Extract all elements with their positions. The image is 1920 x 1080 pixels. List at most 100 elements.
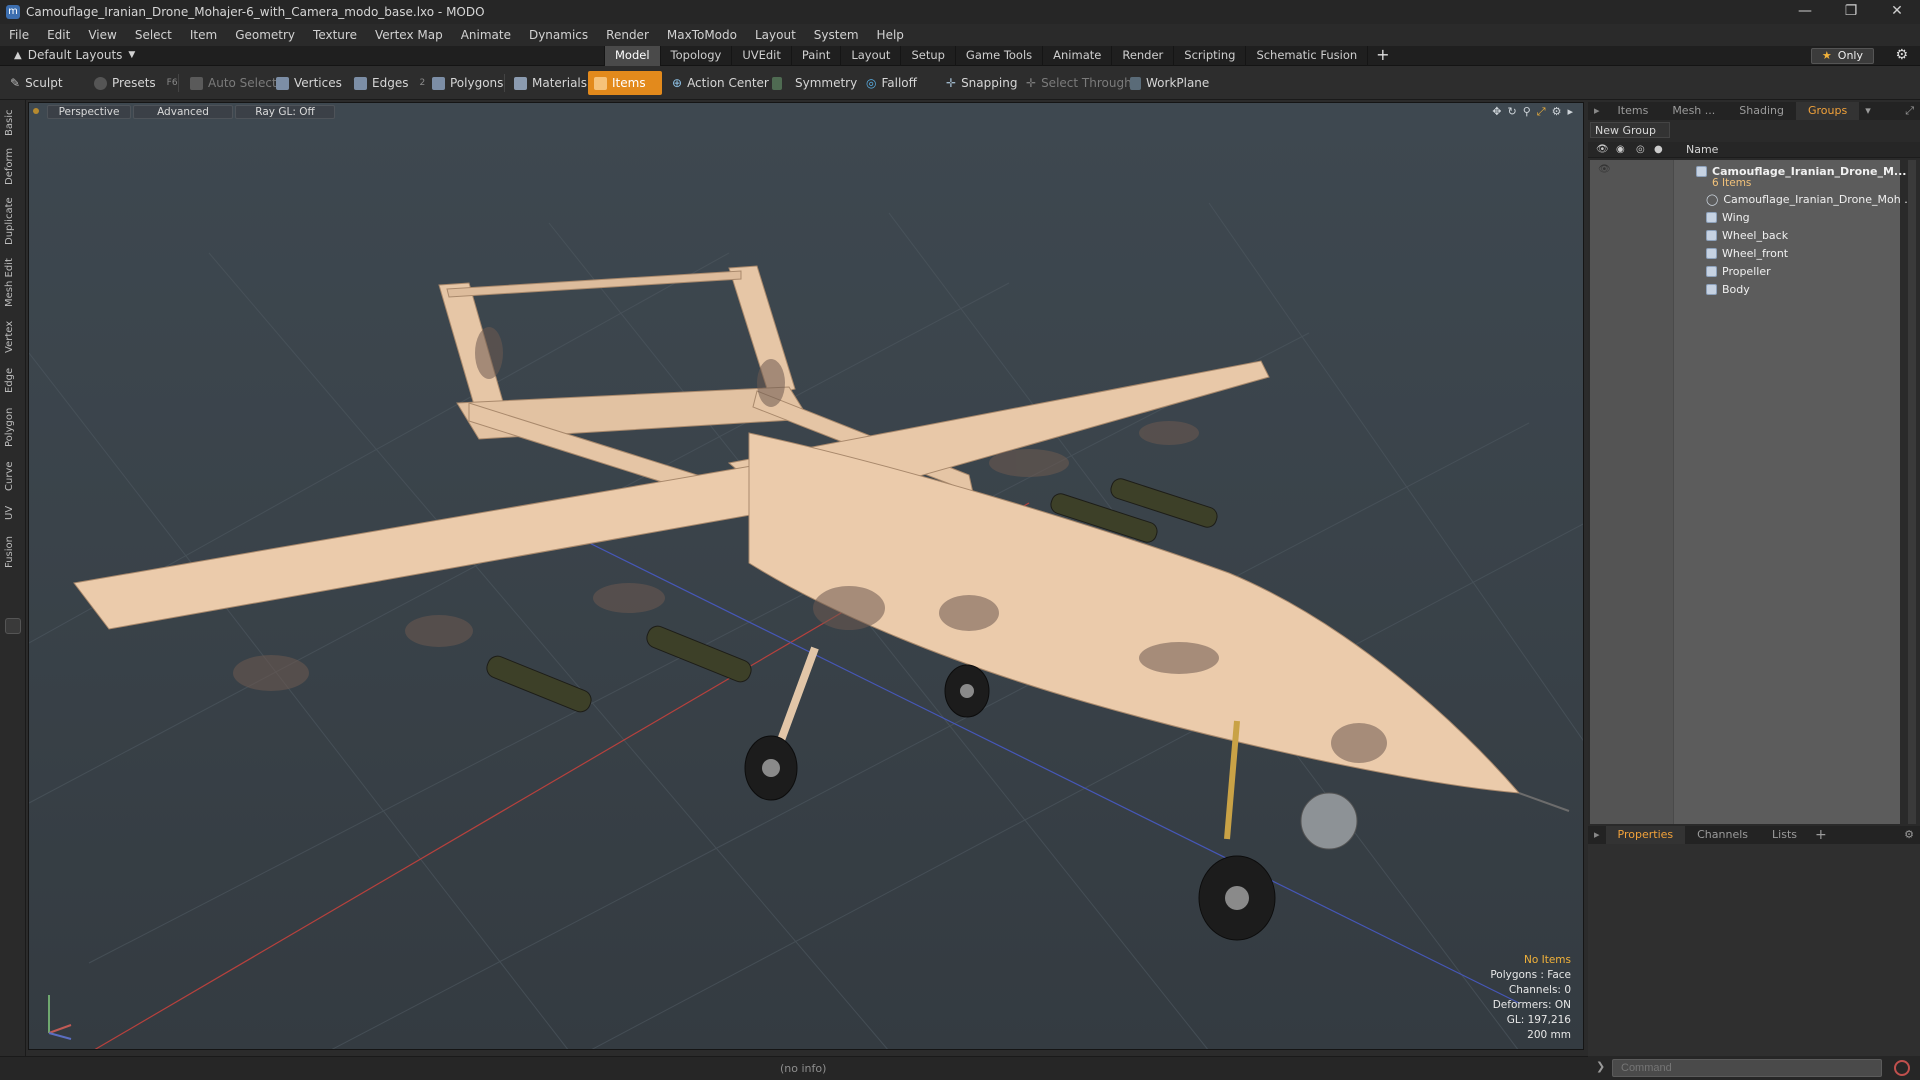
tab-mesh-edit[interactable]: Mesh Edit (4, 254, 20, 312)
menu-vertex-map[interactable]: Vertex Map (366, 28, 452, 42)
select-through-button[interactable]: ✛ Select Through (1020, 71, 1138, 95)
tab-polygon[interactable]: Polygon (4, 402, 20, 452)
minimize-icon[interactable]: — (1782, 0, 1828, 24)
tab-lists[interactable]: Lists (1760, 826, 1809, 844)
menu-edit[interactable]: Edit (38, 28, 79, 42)
viewport-menu-icon[interactable] (33, 108, 39, 114)
tab-groups[interactable]: Groups (1795, 102, 1860, 120)
snapping-button[interactable]: ✛ Snapping (940, 71, 1023, 95)
menu-geometry[interactable]: Geometry (226, 28, 304, 42)
tab-animate[interactable]: Animate (1042, 46, 1111, 66)
mesh-icon (1706, 247, 1717, 259)
3d-viewport[interactable]: Perspective Advanced Ray GL: Off ✥ ↻ ⚲ ⤢… (28, 102, 1584, 1050)
tab-uvedit[interactable]: UVEdit (731, 46, 791, 66)
materials-button[interactable]: Materials (508, 71, 593, 95)
lock-col-icon[interactable]: ◎ (1636, 144, 1645, 155)
new-group-button[interactable]: New Group (1590, 122, 1670, 138)
list-item[interactable]: Wheel_front (1706, 244, 1788, 262)
polygons-button[interactable]: Polygons (426, 71, 509, 95)
auto-select-button[interactable]: Auto Select (184, 71, 283, 95)
items-button[interactable]: Items (588, 71, 662, 95)
workplane-button[interactable]: WorkPlane (1124, 71, 1215, 95)
tab-uv[interactable]: UV (4, 500, 20, 526)
falloff-icon: ◎ (866, 76, 877, 90)
zoom-icon[interactable]: ⚲ (1523, 105, 1531, 119)
edges-button[interactable]: Edges 2 (348, 71, 431, 95)
tab-setup[interactable]: Setup (900, 46, 954, 66)
tab-edge[interactable]: Edge (4, 362, 20, 398)
name-column-header[interactable]: Name (1686, 143, 1718, 156)
menu-help[interactable]: Help (868, 28, 913, 42)
add-tab-icon[interactable]: + (1809, 826, 1833, 844)
select-col-icon[interactable]: ● (1654, 144, 1663, 155)
gear-icon[interactable]: ⚙ (1895, 47, 1908, 63)
tab-layout[interactable]: Layout (840, 46, 900, 66)
symmetry-button[interactable]: Symmetry (766, 71, 863, 95)
view-type-button[interactable]: Perspective (47, 105, 131, 119)
palette-toggle-icon[interactable] (5, 618, 21, 634)
record-icon[interactable] (1894, 1060, 1910, 1076)
falloff-button[interactable]: ◎ Falloff (860, 71, 923, 95)
add-tab-icon[interactable]: + (1367, 46, 1397, 66)
tab-game-tools[interactable]: Game Tools (954, 46, 1042, 66)
sculpt-button[interactable]: ✎ Sculpt (4, 71, 69, 95)
close-icon[interactable]: ✕ (1874, 0, 1920, 24)
list-item[interactable]: Propeller (1706, 262, 1771, 280)
chevron-down-icon[interactable]: ▾ (1859, 102, 1877, 120)
tab-scripting[interactable]: Scripting (1173, 46, 1245, 66)
pan-icon[interactable]: ✥ (1492, 105, 1501, 119)
command-input[interactable] (1612, 1059, 1882, 1077)
viewport-expand-icon[interactable]: ▸ (1567, 105, 1573, 119)
polygons-label: Polygons (450, 76, 504, 90)
list-item[interactable]: Body (1706, 280, 1750, 298)
menu-system[interactable]: System (805, 28, 868, 42)
tab-render[interactable]: Render (1111, 46, 1173, 66)
menu-render[interactable]: Render (597, 28, 658, 42)
action-center-button[interactable]: ⊕ Action Center (666, 71, 775, 95)
tab-topology[interactable]: Topology (659, 46, 732, 66)
default-layouts-dropdown[interactable]: ▲ Default Layouts ▼ (14, 48, 135, 62)
menu-maxtomodo[interactable]: MaxToModo (658, 28, 746, 42)
raygl-button[interactable]: Ray GL: Off (235, 105, 335, 119)
tab-properties[interactable]: Properties (1605, 826, 1686, 844)
panel-settings-icon[interactable]: ⚙ (1898, 826, 1920, 844)
tab-channels[interactable]: Channels (1685, 826, 1760, 844)
restore-icon[interactable]: ❐ (1828, 0, 1874, 24)
tab-vertex[interactable]: Vertex (4, 316, 20, 358)
tab-curve[interactable]: Curve (4, 456, 20, 496)
menu-select[interactable]: Select (126, 28, 181, 42)
tab-mesh[interactable]: Mesh ... (1660, 102, 1727, 120)
menu-file[interactable]: File (0, 28, 38, 42)
tab-items[interactable]: Items (1606, 102, 1661, 120)
tab-fusion[interactable]: Fusion (4, 530, 20, 574)
menu-layout[interactable]: Layout (746, 28, 805, 42)
panel-menu-icon[interactable]: ▸ (1588, 102, 1606, 120)
group-list-scrollbar[interactable] (1908, 160, 1916, 824)
list-item[interactable]: Wheel_back (1706, 226, 1788, 244)
tab-basic[interactable]: Basic (4, 106, 20, 140)
render-col-icon[interactable]: ◉ (1616, 144, 1625, 155)
tab-shading[interactable]: Shading (1727, 102, 1796, 120)
menu-dynamics[interactable]: Dynamics (520, 28, 597, 42)
only-button[interactable]: ★ Only (1810, 48, 1874, 64)
viewport-settings-icon[interactable]: ⚙ (1552, 105, 1562, 119)
tab-deform[interactable]: Deform (4, 144, 20, 188)
panel-menu-icon[interactable]: ▸ (1588, 826, 1606, 844)
list-item[interactable]: ◯ Camouflage_Iranian_Drone_Moh ... (1706, 190, 1915, 208)
menu-view[interactable]: View (79, 28, 125, 42)
visibility-col-icon[interactable]: 👁 (1596, 144, 1609, 155)
tab-schematic-fusion[interactable]: Schematic Fusion (1245, 46, 1367, 66)
menu-texture[interactable]: Texture (304, 28, 366, 42)
list-item[interactable]: Wing (1706, 208, 1750, 226)
tab-model[interactable]: Model (604, 46, 660, 66)
menu-animate[interactable]: Animate (452, 28, 520, 42)
presets-button[interactable]: Presets F6 (88, 71, 184, 95)
shading-mode-button[interactable]: Advanced (133, 105, 233, 119)
rotate-icon[interactable]: ↻ (1508, 105, 1517, 119)
fit-icon[interactable]: ⤢ (1537, 105, 1546, 119)
maximize-panel-icon[interactable]: ⤢ (1899, 102, 1920, 120)
tab-duplicate[interactable]: Duplicate (4, 192, 20, 250)
group-visibility-icon[interactable]: 👁 (1598, 164, 1611, 175)
menu-item[interactable]: Item (181, 28, 226, 42)
tab-paint[interactable]: Paint (790, 46, 840, 66)
